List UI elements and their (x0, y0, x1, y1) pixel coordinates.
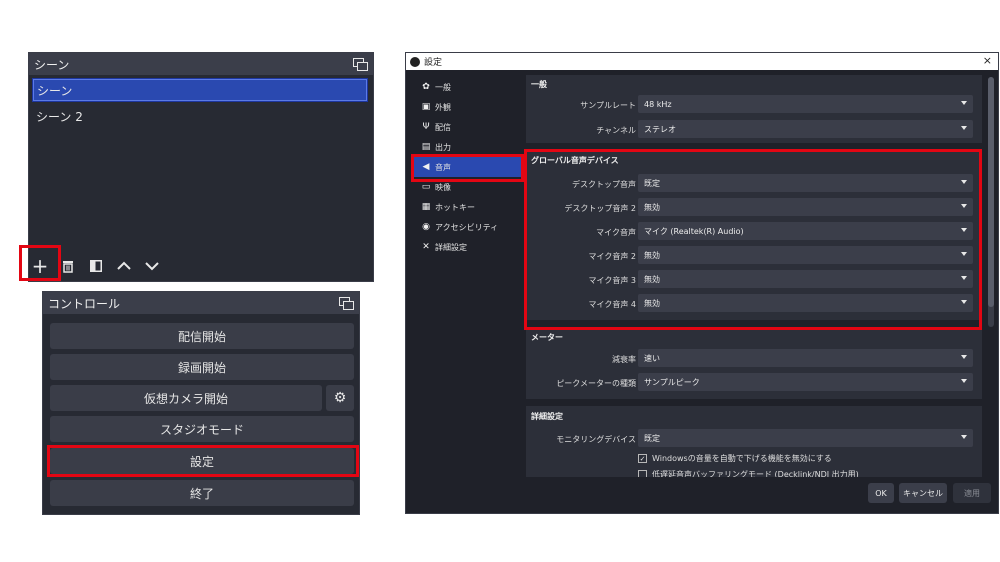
general-group: 一般 サンプルレート 48 kHz チャンネル ステレオ (526, 75, 982, 143)
channels-row: チャンネル ステレオ (526, 120, 982, 140)
peak-meter-label: ピークメーターの種類 (556, 379, 636, 388)
trash-icon (63, 260, 73, 273)
undock-icon[interactable] (339, 297, 354, 310)
sample-rate-label: サンプルレート (580, 101, 636, 110)
nav-item-accessibility[interactable]: ◉ アクセシビリティ (412, 217, 524, 237)
dropdown-arrow-icon (961, 379, 967, 383)
scene-label: シーン 2 (36, 109, 83, 124)
undock-icon[interactable] (353, 58, 368, 71)
nav-item-label: 一般 (435, 82, 451, 92)
accessibility-icon: ◉ (422, 222, 430, 232)
dropdown-arrow-icon (961, 435, 967, 439)
nav-item-label: 配信 (435, 122, 451, 132)
channels-select[interactable]: ステレオ (638, 120, 973, 138)
cancel-button[interactable]: キャンセル (899, 483, 947, 503)
checkbox-label: 低遅延音声バッファリングモード (Decklink/NDI 出力用) (652, 470, 859, 477)
scrollbar-thumb[interactable] (988, 77, 994, 307)
exit-button[interactable]: 終了 (50, 480, 354, 506)
filter-icon (90, 260, 102, 272)
select-value: ステレオ (644, 124, 676, 134)
dropdown-arrow-icon (961, 101, 967, 105)
tools-icon: ✕ (422, 242, 430, 252)
checkbox-unchecked-icon (638, 470, 647, 477)
monitoring-row: モニタリングデバイス 既定 (526, 429, 982, 449)
gear-icon: ✿ (422, 82, 430, 92)
nav-item-label: ホットキー (435, 202, 475, 212)
low-latency-checkbox[interactable]: 低遅延音声バッファリングモード (Decklink/NDI 出力用) (638, 469, 859, 477)
gear-icon: ⚙ (333, 390, 347, 406)
close-button[interactable]: × (983, 54, 992, 67)
start-streaming-button[interactable]: 配信開始 (50, 323, 354, 349)
controls-dock-header: コントロール (43, 292, 359, 314)
chevron-up-icon (117, 261, 131, 270)
scene-list-item[interactable]: シーン (32, 78, 368, 102)
decay-rate-select[interactable]: 速い (638, 349, 973, 367)
move-scene-down-button[interactable] (141, 255, 163, 277)
decay-row: 減衰率 速い (526, 349, 982, 369)
decay-label: 減衰率 (612, 355, 636, 364)
nav-item-stream[interactable]: Ψ 配信 (412, 117, 524, 137)
select-value: サンプルピーク (644, 377, 700, 387)
studio-mode-button[interactable]: スタジオモード (50, 416, 354, 442)
meters-group: メーター 減衰率 速い ピークメーターの種類 サンプルピーク (526, 327, 982, 399)
controls-dock-title: コントロール (48, 296, 121, 311)
peak-meter-select[interactable]: サンプルピーク (638, 373, 973, 391)
apply-button[interactable]: 適用 (953, 483, 991, 503)
nav-item-label: 外観 (435, 102, 451, 112)
checkbox-label: Windowsの音量を自動で下げる機能を無効にする (652, 454, 832, 463)
sample-rate-select[interactable]: 48 kHz (638, 95, 973, 113)
output-icon: ▤ (421, 142, 431, 152)
advanced-group: 詳細設定 モニタリングデバイス 既定 ✓ Windowsの音量を自動で下げる機能… (526, 406, 982, 477)
stream-icon: Ψ (422, 122, 430, 132)
scene-label: シーン (37, 83, 73, 98)
controls-dock: コントロール 配信開始 録画開始 仮想カメラ開始 ⚙ スタジオモード 設定 終了 (42, 291, 360, 515)
nav-item-appearance[interactable]: ▣ 外観 (412, 97, 524, 117)
appearance-icon: ▣ (421, 102, 431, 112)
start-recording-button[interactable]: 録画開始 (50, 354, 354, 380)
group-title: メーター (531, 333, 563, 342)
monitoring-label: モニタリングデバイス (556, 435, 636, 444)
keyboard-icon: ▦ (421, 202, 431, 212)
channels-label: チャンネル (596, 126, 636, 135)
virtual-camera-settings-button[interactable]: ⚙ (326, 385, 354, 411)
highlight-add-scene (19, 245, 61, 281)
disable-ducking-checkbox[interactable]: ✓ Windowsの音量を自動で下げる機能を無効にする (638, 453, 832, 464)
settings-title-bar: 設定 × (406, 53, 998, 70)
checkbox-checked-icon: ✓ (638, 454, 647, 463)
nav-item-general[interactable]: ✿ 一般 (412, 77, 524, 97)
scenes-dock-title: シーン (34, 57, 70, 72)
nav-item-advanced[interactable]: ✕ 詳細設定 (412, 237, 524, 257)
nav-item-label: アクセシビリティ (435, 222, 499, 232)
highlight-settings-button (47, 445, 359, 477)
obs-logo-icon (410, 56, 420, 67)
select-value: 48 kHz (644, 99, 672, 109)
peak-meter-row: ピークメーターの種類 サンプルピーク (526, 373, 982, 393)
scene-list-item[interactable]: シーン 2 (33, 105, 367, 127)
nav-item-label: 詳細設定 (435, 242, 467, 252)
nav-item-label: 出力 (435, 142, 451, 152)
move-scene-up-button[interactable] (113, 255, 135, 277)
ok-button[interactable]: OK (868, 483, 894, 503)
group-title: 一般 (531, 80, 547, 89)
dropdown-arrow-icon (961, 355, 967, 359)
monitor-icon: ▭ (421, 182, 431, 192)
group-title: 詳細設定 (531, 412, 563, 421)
dropdown-arrow-icon (961, 126, 967, 130)
highlight-audio-nav (411, 154, 524, 182)
select-value: 既定 (644, 433, 660, 443)
chevron-down-icon (145, 262, 159, 271)
scenes-dock: シーン シーン シーン 2 + (28, 52, 374, 282)
nav-item-label: 映像 (435, 182, 451, 192)
monitoring-device-select[interactable]: 既定 (638, 429, 973, 447)
select-value: 速い (644, 353, 660, 363)
scene-filters-button[interactable] (85, 255, 107, 277)
sample-rate-row: サンプルレート 48 kHz (526, 95, 982, 115)
start-virtual-camera-button[interactable]: 仮想カメラ開始 (50, 385, 322, 411)
highlight-global-audio (524, 149, 982, 330)
scenes-dock-header: シーン (29, 53, 373, 75)
nav-item-hotkeys[interactable]: ▦ ホットキー (412, 197, 524, 217)
settings-window: 設定 × ✿ 一般 ▣ 外観 Ψ 配信 ▤ 出力 ◀ 音声 ▭ 映像 ▦ ホット (405, 52, 999, 514)
settings-window-title: 設定 (424, 58, 443, 68)
